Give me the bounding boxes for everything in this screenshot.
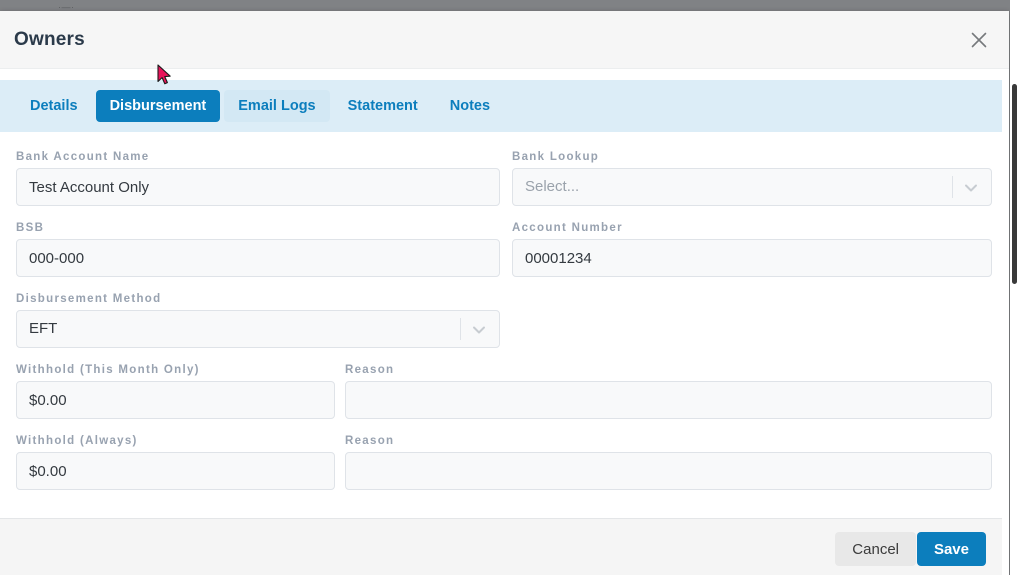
owners-dialog: Owners Details Disbursement Email Logs S… — [0, 11, 1009, 575]
disbursement-method-value: EFT — [29, 320, 58, 337]
close-button[interactable] — [965, 26, 993, 54]
select-separator — [460, 318, 461, 340]
field-disbursement-method: Disbursement Method EFT — [16, 293, 500, 348]
label-bank-lookup: Bank Lookup — [512, 151, 600, 163]
reason-this-month-input[interactable] — [345, 381, 992, 419]
label-reason-always: Reason — [345, 435, 395, 447]
save-button[interactable]: Save — [916, 532, 986, 566]
page-scrollbar-thumb[interactable] — [1012, 84, 1017, 284]
tab-bar: Details Disbursement Email Logs Statemen… — [0, 80, 1002, 132]
bank-lookup-value: Select... — [525, 178, 580, 195]
page-scrollbar-track[interactable] — [1010, 0, 1018, 575]
field-bank-account-name: Bank Account Name — [16, 151, 500, 206]
field-bsb: BSB — [16, 222, 500, 277]
tab-disbursement[interactable]: Disbursement — [95, 90, 221, 122]
dialog-footer: Cancel Save — [0, 518, 1002, 575]
field-withhold-always: Withhold (Always) — [16, 435, 335, 490]
field-reason-this-month: Reason — [345, 364, 992, 419]
bsb-input[interactable] — [16, 239, 500, 277]
field-withhold-this-month: Withhold (This Month Only) — [16, 364, 335, 419]
label-bank-account-name: Bank Account Name — [16, 151, 150, 163]
account-number-input[interactable] — [512, 239, 992, 277]
label-bsb: BSB — [16, 222, 45, 234]
page-title: Owners — [14, 29, 85, 50]
label-withhold-always: Withhold (Always) — [16, 435, 138, 447]
tab-statement[interactable]: Statement — [334, 90, 432, 122]
close-icon — [965, 31, 993, 49]
tab-list: Details Disbursement Email Logs Statemen… — [0, 90, 1002, 122]
field-account-number: Account Number — [512, 222, 992, 277]
disbursement-method-select[interactable]: EFT — [16, 310, 500, 348]
label-withhold-this-month: Withhold (This Month Only) — [16, 364, 200, 376]
tab-details[interactable]: Details — [16, 90, 92, 122]
withhold-this-month-input[interactable] — [16, 381, 335, 419]
chevron-down-icon[interactable] — [961, 180, 981, 196]
dialog-header: Owners — [0, 11, 1009, 69]
label-disbursement-method: Disbursement Method — [16, 293, 162, 305]
reason-always-input[interactable] — [345, 452, 992, 490]
label-account-number: Account Number — [512, 222, 623, 234]
tab-email-logs[interactable]: Email Logs — [224, 90, 330, 122]
chevron-down-icon[interactable] — [469, 322, 489, 338]
withhold-always-input[interactable] — [16, 452, 335, 490]
label-reason-this-month: Reason — [345, 364, 395, 376]
bank-account-name-input[interactable] — [16, 168, 500, 206]
cancel-button[interactable]: Cancel — [835, 532, 916, 566]
field-reason-always: Reason — [345, 435, 992, 490]
bank-lookup-select[interactable]: Select... — [512, 168, 992, 206]
tab-notes[interactable]: Notes — [436, 90, 504, 122]
select-separator — [952, 176, 953, 198]
disbursement-form: Bank Account Name Bank Lookup Select... … — [0, 139, 1002, 518]
field-bank-lookup: Bank Lookup Select... — [512, 151, 992, 206]
